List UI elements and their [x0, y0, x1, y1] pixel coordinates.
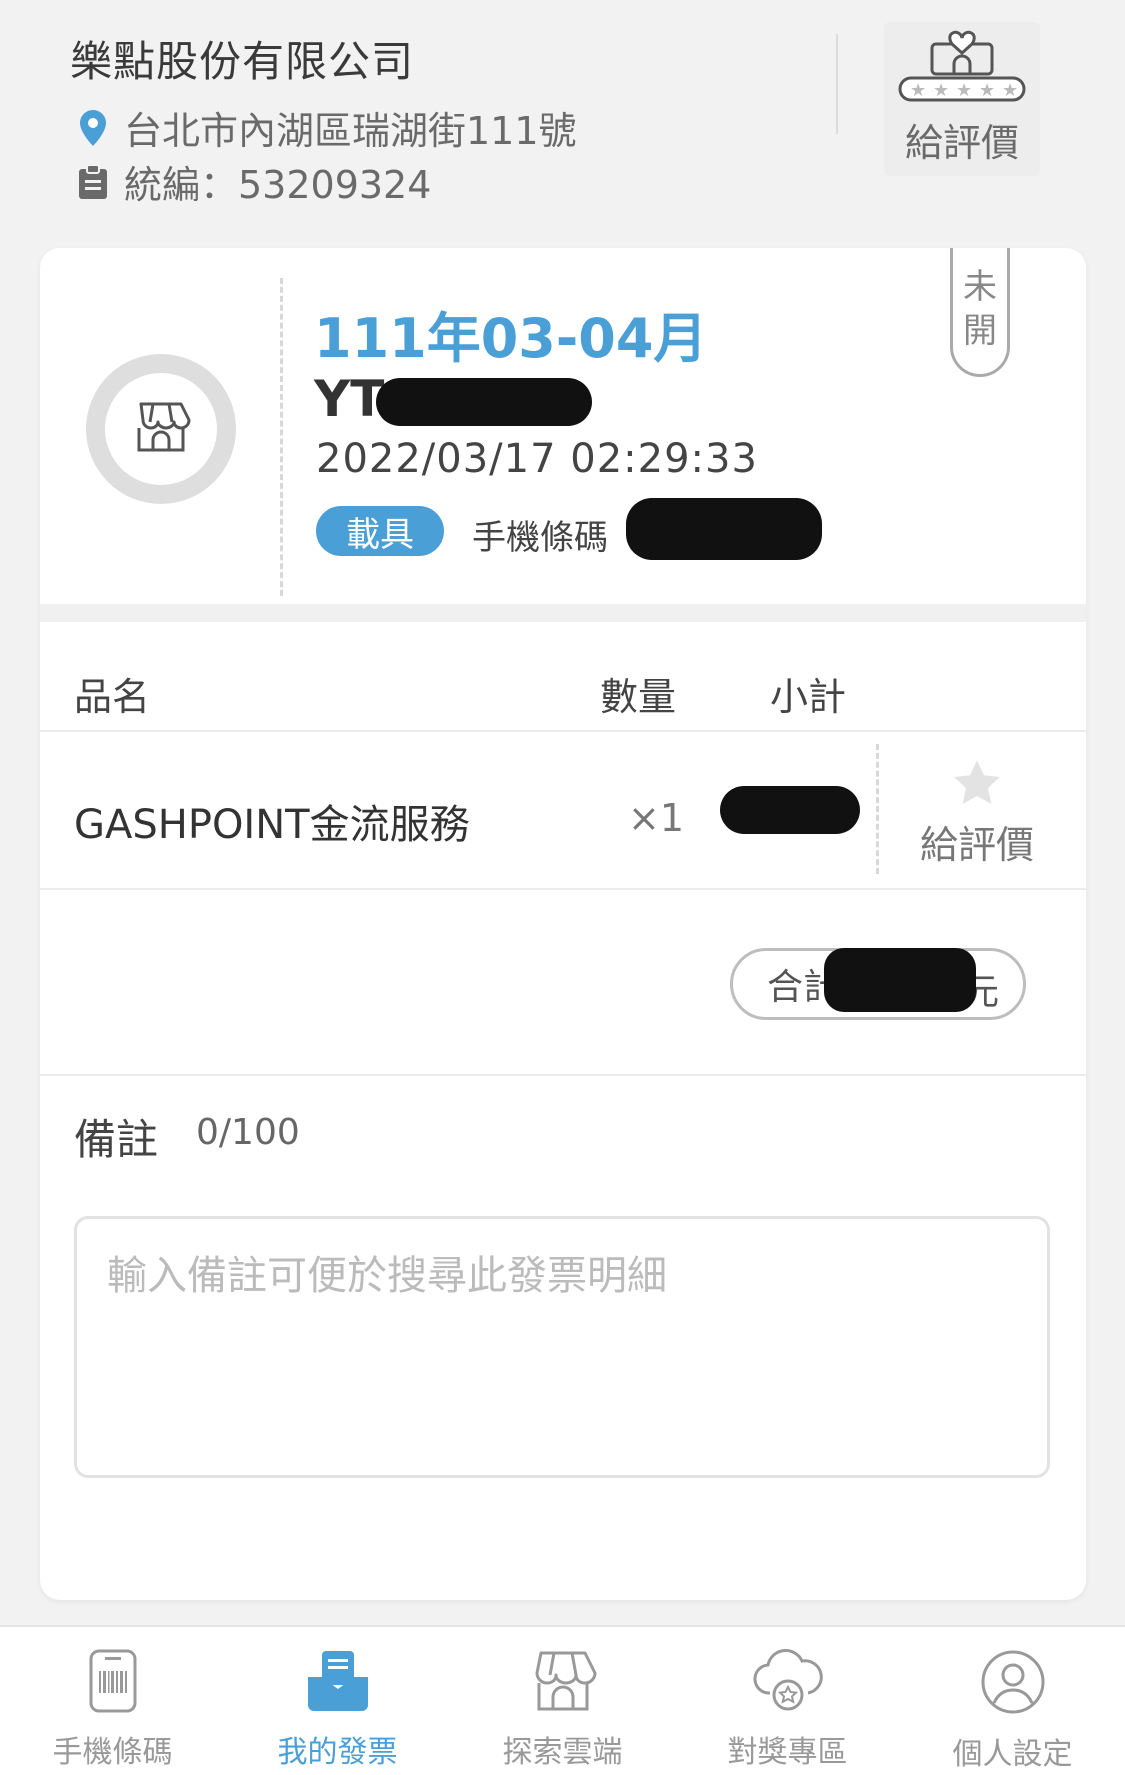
store-avatar	[86, 354, 236, 504]
nav-label: 手機條碼	[52, 1735, 173, 1770]
company-tax-id: 統編：53209324	[124, 163, 432, 207]
nav-item-phone-barcode[interactable]: 手機條碼	[0, 1627, 225, 1775]
address-row: 台北市內湖區瑞湖街111號	[76, 100, 577, 155]
store-rating-icon: ★ ★ ★ ★ ★	[896, 28, 1028, 108]
cloud-star-icon	[752, 1649, 824, 1717]
svg-text:★: ★	[979, 80, 995, 101]
column-header-qty: 數量	[600, 675, 677, 719]
section-divider	[40, 1074, 1086, 1076]
svg-text:★: ★	[933, 80, 949, 101]
tax-id-row: 統編：53209324	[76, 154, 431, 209]
status-tag-char-2: 開	[963, 311, 997, 351]
invoice-period: 111年03-04月	[314, 307, 708, 370]
nav-item-my-invoices[interactable]: 我的發票	[225, 1627, 450, 1775]
carrier-type: 手機條碼	[472, 518, 608, 558]
carrier-badge: 載具	[316, 506, 444, 556]
item-divider	[876, 744, 879, 874]
svg-text:★: ★	[910, 80, 926, 101]
rate-company-button[interactable]: ★ ★ ★ ★ ★ 給評價	[884, 22, 1040, 176]
invoice-number-prefix: YT	[314, 370, 385, 428]
user-icon	[980, 1649, 1046, 1719]
status-tag: 未 開	[950, 248, 1010, 377]
header-divider	[836, 34, 838, 134]
invoice-number: YT	[314, 370, 384, 428]
invoice-datetime: 2022/03/17 02:29:33	[316, 436, 758, 482]
item-subtotal-redaction	[720, 786, 860, 834]
nav-item-settings[interactable]: 個人設定	[900, 1627, 1125, 1775]
invoice-card: 111年03-04月 YT 2022/03/17 02:29:33 載具 手機條…	[40, 248, 1086, 1600]
barcode-phone-icon	[87, 1649, 139, 1717]
table-divider	[40, 888, 1086, 890]
svg-text:★: ★	[1002, 80, 1018, 101]
note-label: 備註	[74, 1115, 159, 1164]
company-address: 台北市內湖區瑞湖街111號	[124, 109, 577, 153]
nav-label: 對獎專區	[727, 1735, 848, 1770]
total-amount-redaction	[824, 948, 976, 1012]
store-icon	[131, 400, 191, 458]
note-char-count: 0/100	[196, 1112, 300, 1153]
card-divider	[280, 278, 283, 596]
note-input[interactable]: 輸入備註可便於搜尋此發票明細	[74, 1216, 1050, 1478]
company-name: 樂點股份有限公司	[70, 37, 415, 86]
rate-company-label: 給評價	[904, 121, 1019, 165]
star-icon	[950, 758, 1004, 814]
note-placeholder: 輸入備註可便於搜尋此發票明細	[107, 1253, 667, 1299]
nav-label: 探索雲端	[502, 1735, 623, 1770]
invoice-inbox-icon	[305, 1649, 371, 1717]
nav-label: 個人設定	[952, 1737, 1073, 1772]
rate-item-label: 給評價	[919, 823, 1034, 867]
table-divider	[40, 730, 1086, 732]
nav-label: 我的發票	[277, 1735, 398, 1770]
column-header-subtotal: 小計	[770, 675, 847, 719]
section-separator	[40, 604, 1086, 622]
status-tag-char-1: 未	[963, 267, 997, 307]
column-header-name: 品名	[74, 675, 151, 719]
location-pin-icon	[76, 108, 110, 148]
bottom-nav: 手機條碼 我的發票 探索雲端 對獎專區 個人設定	[0, 1625, 1125, 1775]
item-name: GASHPOINT金流服務	[74, 802, 470, 848]
store-icon	[529, 1649, 597, 1717]
clipboard-icon	[76, 162, 110, 202]
nav-item-explore-cloud[interactable]: 探索雲端	[450, 1627, 675, 1775]
item-qty: ×1	[628, 796, 685, 840]
rate-item-button[interactable]: 給評價	[892, 758, 1062, 869]
svg-text:★: ★	[956, 80, 972, 101]
nav-item-lottery[interactable]: 對獎專區	[675, 1627, 900, 1775]
invoice-number-redaction	[376, 378, 592, 426]
carrier-barcode-redaction	[626, 498, 822, 560]
